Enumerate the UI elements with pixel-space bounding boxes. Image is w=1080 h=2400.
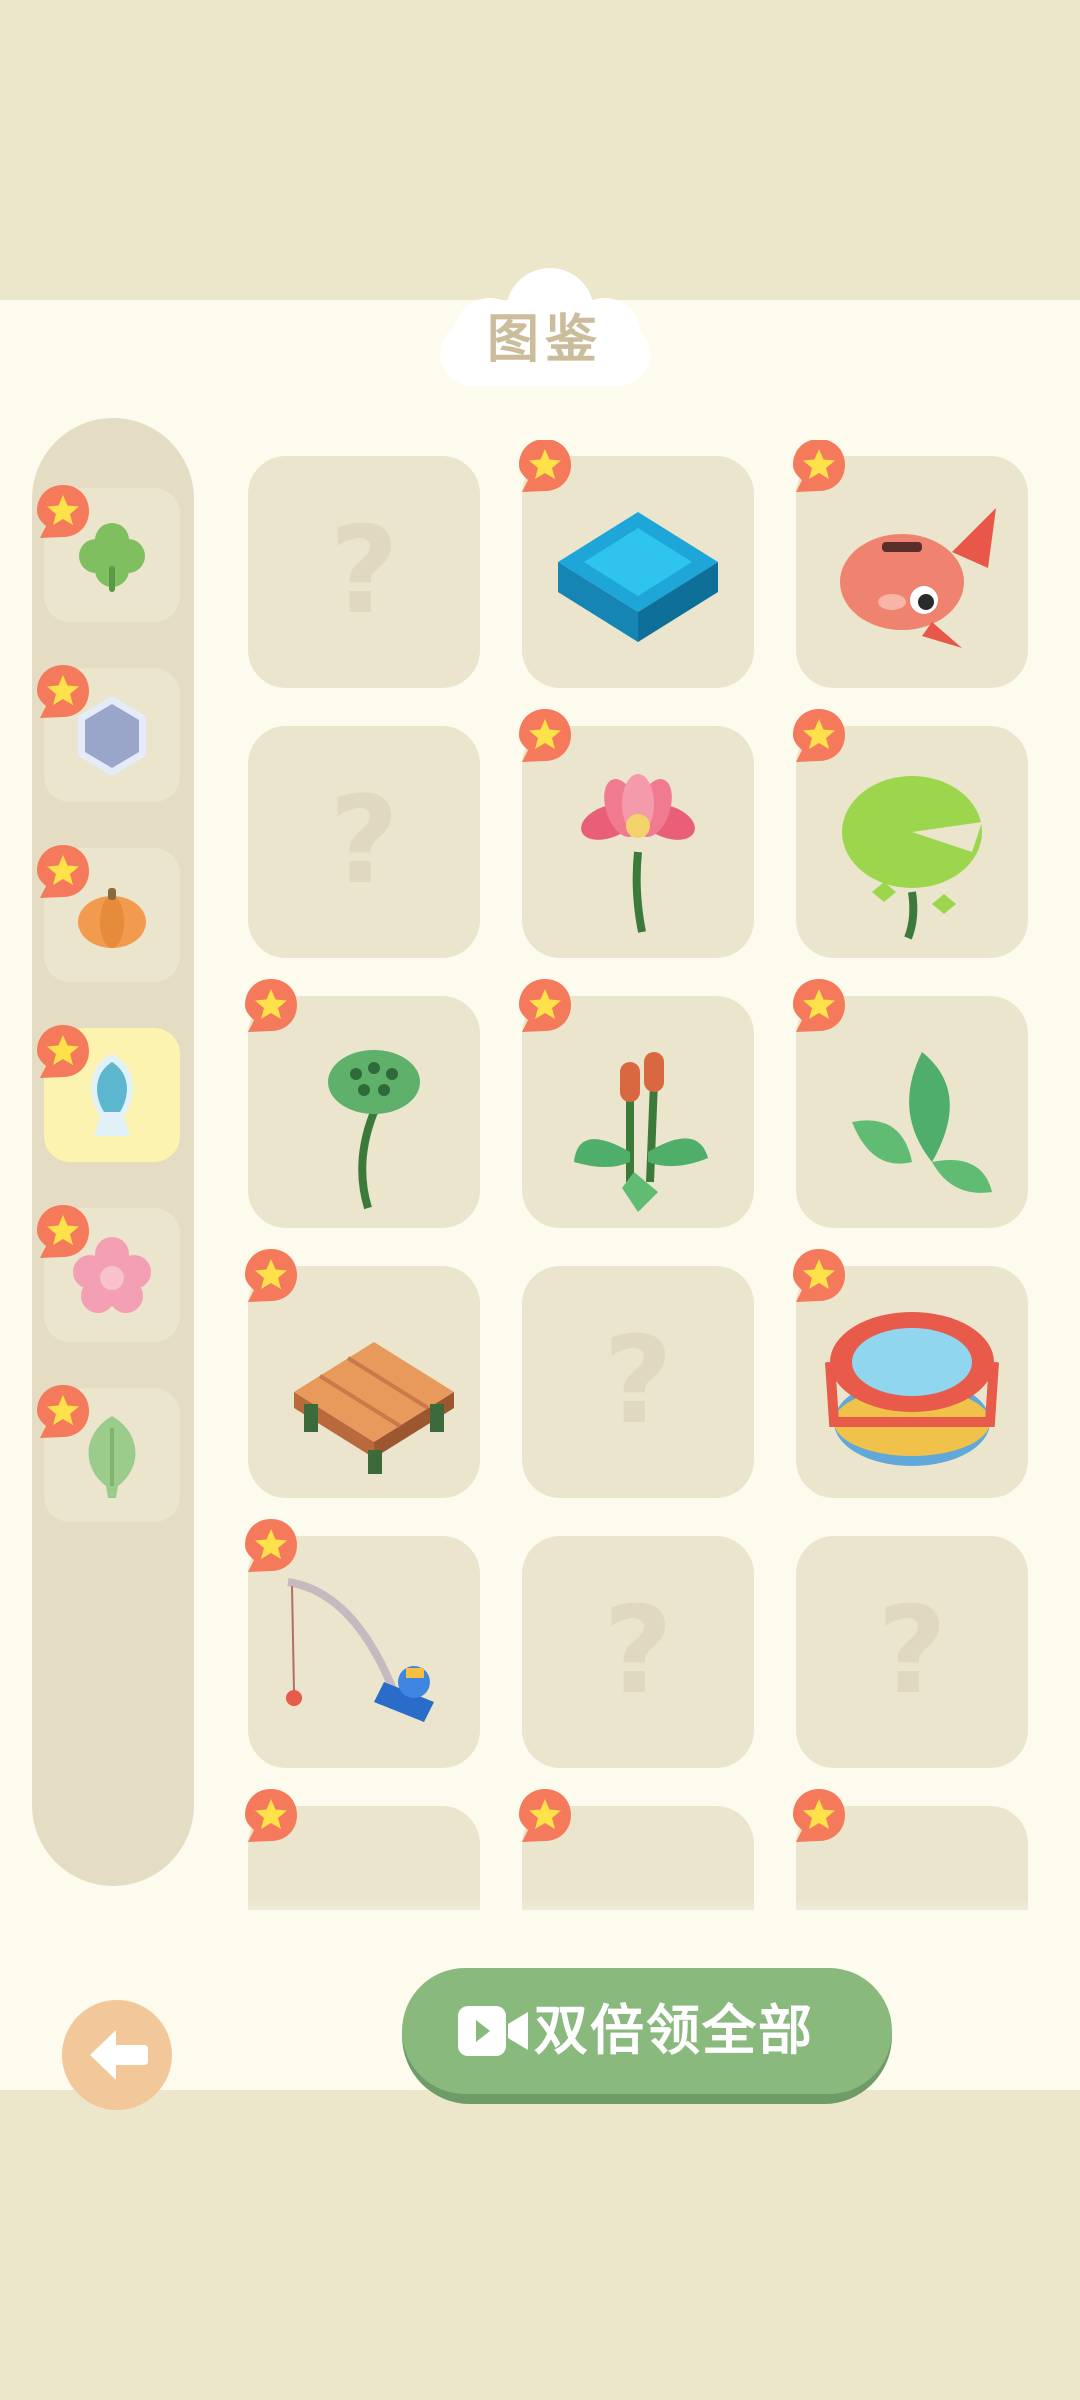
star-badge-icon [34, 1382, 92, 1440]
star-badge-icon [790, 440, 848, 494]
star-badge-icon [242, 1786, 300, 1844]
grid-fade [230, 1898, 1050, 1938]
lotus-seed-pod-icon [328, 1050, 420, 1210]
collection-card-pink-lotus-flower[interactable] [519, 709, 754, 958]
collection-card-locked[interactable]: ? [248, 726, 480, 958]
collection-card-stone-pond-frame[interactable] [793, 1789, 1028, 1910]
collection-card-cattail-plant[interactable] [519, 979, 754, 1228]
star-badge-icon [34, 842, 92, 900]
star-badge-icon [516, 440, 574, 494]
unknown-item-mark: ? [329, 502, 399, 641]
collection-card-fishing-rod[interactable] [245, 1519, 480, 1768]
unknown-item-mark: ? [877, 1582, 947, 1721]
collection-card-blue-pool-block[interactable] [519, 440, 754, 688]
collection-card-green-leaves[interactable] [793, 979, 1028, 1228]
pink-lotus-flower-icon [581, 774, 695, 933]
unknown-item-mark: ? [603, 1582, 673, 1721]
claim-all-label: 双倍领全部 [534, 1999, 814, 2062]
star-badge-icon [242, 1516, 300, 1574]
collection-grid: ????? [230, 440, 1050, 1910]
collection-card-locked[interactable]: ? [522, 1266, 754, 1498]
star-badge-icon [790, 706, 848, 764]
claim-all-button-face: 双倍领全部 [402, 1968, 892, 2094]
collection-card-water-bucket[interactable] [793, 1249, 1028, 1498]
collection-card-lily-pad[interactable] [793, 709, 1028, 958]
collection-card-turtle-toy[interactable] [245, 1789, 480, 1910]
star-badge-icon [790, 1246, 848, 1304]
star-badge-icon [516, 976, 574, 1034]
star-badge-icon [34, 482, 92, 540]
star-badge-icon [242, 976, 300, 1034]
star-badge-icon [34, 1022, 92, 1080]
arrow-left-icon [90, 2030, 148, 2080]
back-button[interactable] [62, 2000, 172, 2110]
collection-card-locked[interactable]: ? [522, 1536, 754, 1768]
star-badge-icon [516, 1786, 574, 1844]
star-badge-icon [34, 662, 92, 720]
green-leaves-icon [852, 1052, 992, 1193]
video-camera-icon [458, 2006, 528, 2056]
collection-card-lotus-seed-pod[interactable] [245, 979, 480, 1228]
lily-pad-icon [842, 776, 982, 940]
collection-card-wooden-dock[interactable] [245, 1249, 480, 1498]
collection-card-koi-fish[interactable] [793, 440, 1028, 688]
cattail-plant-icon [574, 1052, 708, 1212]
star-badge-icon [790, 976, 848, 1034]
unknown-item-mark: ? [329, 772, 399, 911]
claim-all-button[interactable]: 双倍领全部 [402, 1968, 892, 2104]
fishing-rod-icon [286, 1578, 434, 1722]
wooden-dock-icon [294, 1342, 454, 1474]
star-badge-icon [516, 706, 574, 764]
star-badge-icon [34, 1202, 92, 1260]
collection-card-hamster-umbrella[interactable] [519, 1789, 754, 1910]
unknown-item-mark: ? [603, 1312, 673, 1451]
blue-pool-block-icon [558, 512, 718, 642]
water-bucket-icon [825, 1312, 999, 1466]
koi-fish-icon [840, 508, 996, 648]
star-badge-icon [790, 1786, 848, 1844]
page-title: 图鉴 [486, 310, 603, 370]
collection-card-locked[interactable]: ? [248, 456, 480, 688]
collection-card-locked[interactable]: ? [796, 1536, 1028, 1768]
star-badge-icon [242, 1246, 300, 1304]
